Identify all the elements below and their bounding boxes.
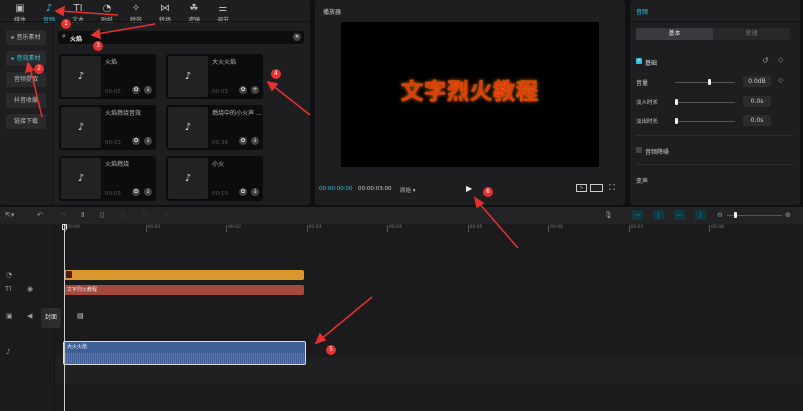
annotation-badge-5: 5 xyxy=(326,345,336,355)
arrow-head-3 xyxy=(90,28,101,40)
arrow-6 xyxy=(477,201,519,249)
arrow-4 xyxy=(271,84,311,116)
arrow-2 xyxy=(29,66,43,118)
arrow-head-1 xyxy=(54,5,65,17)
arrow-5 xyxy=(319,296,373,341)
annotation-badge-4: 4 xyxy=(271,69,281,79)
arrow-1 xyxy=(59,10,119,16)
annotation-badge-2: 2 xyxy=(34,64,44,74)
arrow-3 xyxy=(96,23,156,35)
annotation-arrows xyxy=(24,5,519,345)
arrow-head-5 xyxy=(314,332,327,345)
annotation-badge-1: 1 xyxy=(61,19,71,29)
arrow-head-2 xyxy=(24,61,35,74)
annotation-badge-6: 6 xyxy=(483,187,493,197)
annotation-badge-3: 3 xyxy=(93,41,103,51)
